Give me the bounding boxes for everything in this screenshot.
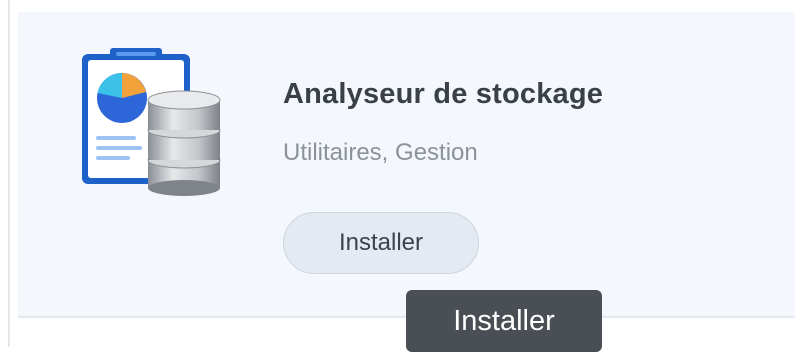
panel-left-border bbox=[8, 0, 10, 347]
install-button[interactable]: Installer bbox=[283, 212, 479, 274]
install-tooltip: Installer bbox=[406, 290, 602, 352]
app-category: Utilitaires, Gestion bbox=[283, 139, 478, 166]
storage-analyzer-icon bbox=[82, 48, 221, 196]
app-title: Analyseur de stockage bbox=[283, 78, 604, 110]
